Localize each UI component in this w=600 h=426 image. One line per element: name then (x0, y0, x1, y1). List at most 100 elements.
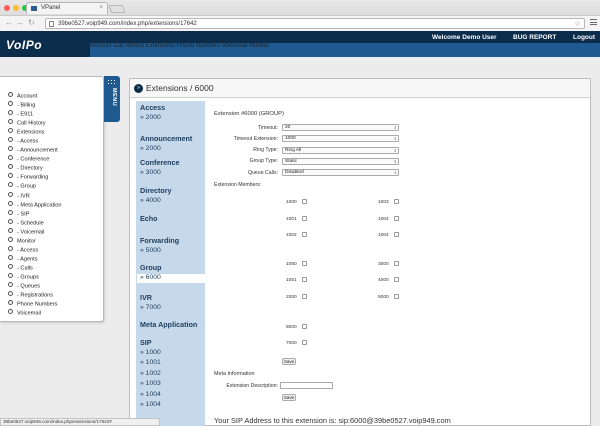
sidebar-item[interactable]: - Queues (8, 282, 61, 291)
new-tab-button[interactable] (108, 5, 126, 13)
extension-link[interactable]: » 1003 (140, 380, 161, 387)
nav-call-history[interactable]: Call History (113, 43, 144, 49)
sidebar-item[interactable]: - SIP (8, 210, 61, 219)
reload-icon[interactable]: ↻ (28, 18, 35, 28)
select-arrows-icon: ⇕ (393, 125, 397, 130)
extension-link[interactable]: » 1004 (140, 391, 161, 398)
nav-monitor[interactable]: Monitor (249, 43, 269, 49)
browser-menu-icon[interactable] (590, 19, 597, 27)
menu-toggle-button[interactable]: MENU (104, 76, 120, 122)
member-checkbox[interactable] (302, 277, 307, 282)
sidebar-item[interactable]: - Group (8, 182, 61, 191)
sidebar-item[interactable]: Phone Numbers (8, 300, 61, 309)
save-members-button[interactable]: Save (282, 358, 296, 365)
member-checkbox[interactable] (394, 294, 399, 299)
description-input[interactable] (280, 382, 333, 389)
extension-link[interactable]: » 6000 (140, 274, 161, 281)
sidebar-item[interactable]: - Access (8, 137, 61, 146)
browser-toolbar: ← → ↻ 39be0527.voip949.com/index.php/ext… (0, 15, 600, 31)
field-select[interactable]: Ring All ⇕ (282, 146, 399, 154)
sidebar-item[interactable]: - IVR (8, 192, 61, 201)
select-arrows-icon: ⇕ (393, 147, 397, 153)
field-select[interactable]: 20 ⇕ (282, 124, 399, 131)
member-label: 1000 (286, 200, 297, 205)
sidebar-item[interactable]: - Billing (8, 101, 61, 110)
sidebar-item[interactable]: - Forwarding (8, 173, 61, 182)
sidebar-item[interactable]: - Meta Application (8, 201, 61, 210)
extension-link[interactable]: » 7000 (140, 304, 161, 311)
member-checkbox[interactable] (394, 232, 399, 237)
member-checkbox[interactable] (302, 294, 307, 299)
sidebar-item[interactable]: Monitor (8, 237, 61, 246)
extension-link[interactable]: » 1004 (140, 401, 161, 408)
sidebar-item[interactable]: - E911 (8, 110, 61, 119)
sidebar-item[interactable]: - Directory (8, 164, 61, 173)
sidebar-menu: Account - Billing - E911 Call History Extens… (0, 76, 104, 322)
category-heading: Conference (140, 158, 180, 167)
nav-phone-numbers[interactable]: Phone Numbers (177, 43, 220, 49)
sidebar-item[interactable]: Account (8, 92, 61, 101)
member-checkbox[interactable] (302, 216, 307, 221)
bookmark-star-icon[interactable]: ☆ (574, 19, 581, 28)
field-select[interactable]: Static ⇕ (282, 157, 399, 165)
member-checkbox[interactable] (302, 199, 307, 204)
category-heading: Group (140, 263, 162, 272)
member-label: 4000 (378, 278, 389, 283)
field-select[interactable]: Disabled ⇕ (282, 169, 399, 177)
extension-link[interactable]: » 1001 (140, 359, 161, 366)
extension-link[interactable]: » 4000 (140, 197, 161, 204)
address-bar[interactable]: 39be0527.voip949.com/index.php/extension… (45, 18, 585, 29)
sidebar-item[interactable]: Voicemail (8, 309, 61, 318)
bug-report-link[interactable]: BUG REPORT (513, 34, 556, 41)
minimize-window-icon[interactable] (13, 5, 19, 11)
member-checkbox[interactable] (302, 232, 307, 237)
sidebar-item[interactable]: - Groups (8, 273, 61, 282)
logout-link[interactable]: Logout (573, 34, 595, 41)
sidebar-item[interactable]: Call History (8, 119, 61, 128)
sidebar-item[interactable]: - Registrations (8, 291, 61, 300)
close-tab-icon[interactable]: × (99, 3, 103, 14)
sidebar-item[interactable]: - Announcement (8, 146, 61, 155)
nav-extensions[interactable]: Extensions (146, 43, 175, 49)
member-label: 7000 (286, 341, 297, 346)
extension-link[interactable]: » 3000 (140, 169, 161, 176)
select-arrows-icon: ⇕ (393, 158, 397, 164)
member-label: 3000 (378, 262, 389, 267)
member-label: 1002 (286, 233, 297, 238)
meta-heading: Meta Information (214, 371, 255, 377)
category-heading: IVR (140, 293, 152, 302)
member-checkbox[interactable] (394, 277, 399, 282)
extension-link[interactable]: » 2000 (140, 114, 161, 121)
member-checkbox[interactable] (302, 340, 307, 345)
sidebar-item[interactable]: - Agents (8, 255, 61, 264)
save-meta-button[interactable]: Save (282, 394, 296, 401)
sidebar-item[interactable]: - Schedule (8, 219, 61, 228)
close-window-icon[interactable] (4, 5, 10, 11)
field-label: Group Type: (249, 158, 278, 165)
extension-link[interactable]: » 1000 (140, 349, 161, 356)
member-checkbox[interactable] (394, 261, 399, 266)
sidebar-item[interactable]: Extensions (8, 128, 61, 137)
extension-link[interactable]: » 5000 (140, 247, 161, 254)
extension-link[interactable]: » 2000 (140, 145, 161, 152)
window-controls[interactable] (4, 5, 28, 11)
member-label: 2000 (286, 295, 297, 300)
member-checkbox[interactable] (394, 199, 399, 204)
status-bar: 39be0527.voip949.com/index.php/extension… (0, 418, 160, 426)
page-header: » Extensions / 6000 (130, 79, 590, 98)
nav-account[interactable]: Account (90, 43, 112, 49)
back-icon[interactable]: ← (5, 18, 13, 28)
sidebar-item[interactable]: - Voicemail (8, 228, 61, 237)
select-arrows-icon: ⇕ (393, 170, 397, 176)
browser-tab[interactable]: VPanel × (26, 2, 108, 14)
extension-link[interactable]: » 1002 (140, 370, 161, 377)
sidebar-item[interactable]: - Conference (8, 155, 61, 164)
sidebar-item[interactable]: - Calls (8, 264, 61, 273)
sidebar-item[interactable]: - Access (8, 246, 61, 255)
member-checkbox[interactable] (394, 216, 399, 221)
member-checkbox[interactable] (302, 261, 307, 266)
field-select[interactable]: 1000 ⇕ (282, 135, 399, 143)
member-checkbox[interactable] (302, 324, 307, 329)
forward-icon[interactable]: → (16, 18, 24, 28)
nav-voicemail[interactable]: Voicemail (222, 43, 248, 49)
